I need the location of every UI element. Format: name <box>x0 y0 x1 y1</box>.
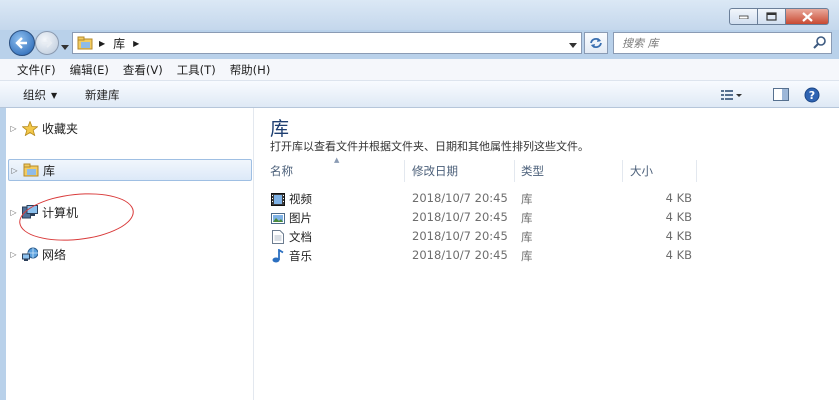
document-library-icon <box>270 230 286 244</box>
menu-tools[interactable]: 工具(T) <box>170 62 223 78</box>
menu-view[interactable]: 查看(V) <box>116 62 170 78</box>
menu-help[interactable]: 帮助(H) <box>223 62 278 78</box>
help-icon: ? <box>804 87 820 102</box>
organize-label: 组织 <box>23 88 46 102</box>
file-list-pane: 库 打开库以查看文件并根据文件夹、日期和其他属性排列这些文件。 ▲ 名称 修改日… <box>264 108 839 400</box>
chevron-down-icon <box>61 45 69 50</box>
network-icon <box>21 246 39 262</box>
annotation-circle <box>16 188 137 246</box>
search-input[interactable] <box>622 36 807 50</box>
file-type: 库 <box>521 249 533 263</box>
expand-arrow-icon[interactable]: ▷ <box>9 166 20 175</box>
sort-ascending-icon: ▲ <box>334 156 340 164</box>
library-folder-icon <box>77 36 93 50</box>
library-folder-icon <box>22 162 40 178</box>
maximize-icon <box>766 12 777 21</box>
file-size: 4 KB <box>665 248 692 262</box>
new-library-label: 新建库 <box>85 88 120 102</box>
nav-item-libraries[interactable]: ▷ 库 <box>8 159 252 181</box>
refresh-button[interactable] <box>584 32 608 54</box>
column-header-modified[interactable]: 修改日期 <box>412 160 458 182</box>
new-library-button[interactable]: 新建库 <box>85 87 120 103</box>
file-modified: 2018/10/7 20:45 <box>412 248 508 262</box>
file-type: 库 <box>521 192 533 206</box>
breadcrumb-libraries[interactable]: 库 <box>113 35 125 52</box>
column-header-name[interactable]: 名称 <box>270 160 293 182</box>
file-size: 4 KB <box>665 210 692 224</box>
forward-arrow-icon <box>42 38 53 48</box>
back-button[interactable] <box>9 30 35 56</box>
file-modified: 2018/10/7 20:45 <box>412 229 508 243</box>
maximize-button[interactable] <box>757 8 785 25</box>
forward-button[interactable] <box>35 31 59 55</box>
preview-pane-button[interactable] <box>767 86 795 103</box>
breadcrumb-separator-icon[interactable]: ▶ <box>133 39 139 48</box>
chevron-down-icon: ▼ <box>51 90 58 100</box>
column-header-size[interactable]: 大小 <box>630 160 653 182</box>
address-bar[interactable]: ▶ 库 ▶ <box>72 32 582 54</box>
refresh-icon <box>590 38 602 48</box>
file-name: 图片 <box>270 210 312 226</box>
file-name: 音乐 <box>270 248 312 264</box>
minimize-button[interactable] <box>729 8 757 25</box>
svg-text:?: ? <box>809 89 815 102</box>
navigation-pane[interactable]: ▷ 收藏夹 ▷ 库 ▷ 计算机 ▷ 网络 <box>6 108 254 400</box>
change-view-button[interactable] <box>718 86 746 103</box>
column-divider[interactable] <box>514 160 515 182</box>
organize-button[interactable]: 组织 ▼ <box>23 87 57 103</box>
video-library-icon <box>270 192 286 206</box>
table-row[interactable]: 视频 2018/10/7 20:45 库 4 KB <box>264 189 839 208</box>
file-name: 视频 <box>270 191 312 207</box>
file-name: 文档 <box>270 229 312 245</box>
page-title: 库 <box>270 118 290 140</box>
menu-edit[interactable]: 编辑(E) <box>63 62 116 78</box>
back-arrow-icon <box>15 37 27 49</box>
column-divider[interactable] <box>622 160 623 182</box>
nav-item-favorites[interactable]: ▷ 收藏夹 <box>8 117 78 139</box>
picture-library-icon <box>270 211 286 225</box>
window-titlebar <box>0 0 839 30</box>
music-library-icon <box>270 249 286 263</box>
minimize-icon <box>738 15 748 19</box>
column-divider[interactable] <box>404 160 405 182</box>
help-button[interactable]: ? <box>798 86 826 103</box>
menu-bar: 文件(F) 编辑(E) 查看(V) 工具(T) 帮助(H) <box>0 59 839 81</box>
window-controls <box>729 8 829 25</box>
file-size: 4 KB <box>665 229 692 243</box>
close-icon <box>801 11 813 22</box>
column-divider[interactable] <box>696 160 697 182</box>
preview-pane-icon <box>773 88 789 101</box>
expand-arrow-icon[interactable]: ▷ <box>8 208 19 217</box>
nav-item-network[interactable]: ▷ 网络 <box>8 243 66 265</box>
search-icon[interactable] <box>813 36 826 52</box>
address-history-dropdown[interactable] <box>569 37 577 51</box>
close-button[interactable] <box>785 8 829 25</box>
nav-item-label: 网络 <box>42 247 67 262</box>
address-row: ▶ 库 ▶ <box>0 27 839 59</box>
expand-arrow-icon[interactable]: ▷ <box>8 250 19 259</box>
file-modified: 2018/10/7 20:45 <box>412 191 508 205</box>
page-description: 打开库以查看文件并根据文件夹、日期和其他属性排列这些文件。 <box>270 140 589 153</box>
nav-item-label: 库 <box>43 163 56 178</box>
chevron-down-icon <box>569 43 577 48</box>
star-icon <box>21 120 39 136</box>
search-box[interactable] <box>613 32 832 54</box>
view-details-icon <box>721 89 742 100</box>
breadcrumb-separator-icon: ▶ <box>99 38 106 48</box>
file-modified: 2018/10/7 20:45 <box>412 210 508 224</box>
recent-pages-dropdown[interactable] <box>61 39 69 53</box>
file-type: 库 <box>521 211 533 225</box>
nav-item-label: 收藏夹 <box>42 121 79 136</box>
column-header-type[interactable]: 类型 <box>521 160 544 182</box>
table-row[interactable]: 文档 2018/10/7 20:45 库 4 KB <box>264 227 839 246</box>
explorer-content: ▷ 收藏夹 ▷ 库 ▷ 计算机 ▷ 网络 库 打开库以查看文件并根据文件夹、日期… <box>6 108 839 400</box>
menu-file[interactable]: 文件(F) <box>10 62 63 78</box>
file-type: 库 <box>521 230 533 244</box>
command-bar: 组织 ▼ 新建库 ? <box>0 81 839 108</box>
table-row[interactable]: 音乐 2018/10/7 20:45 库 4 KB <box>264 246 839 265</box>
expand-arrow-icon[interactable]: ▷ <box>8 124 19 133</box>
table-row[interactable]: 图片 2018/10/7 20:45 库 4 KB <box>264 208 839 227</box>
file-size: 4 KB <box>665 191 692 205</box>
